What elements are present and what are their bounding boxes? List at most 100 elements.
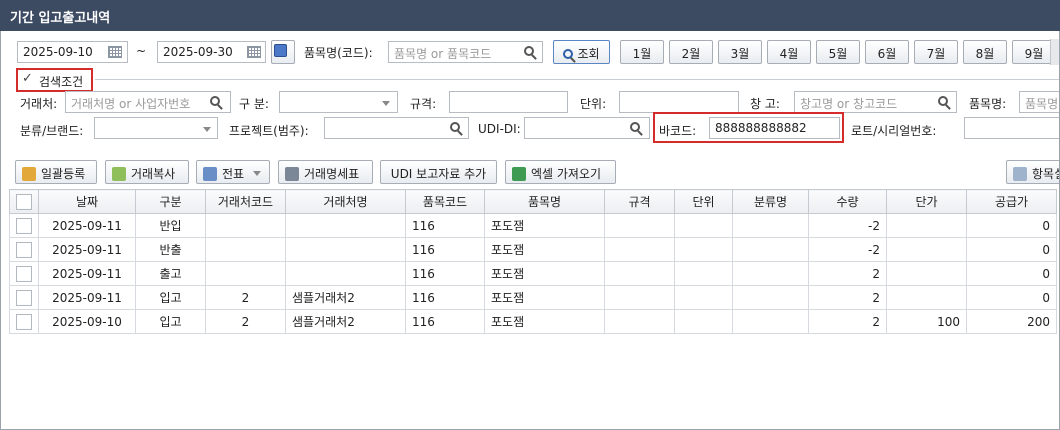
column-header[interactable]: 규격	[604, 189, 675, 214]
checkbox[interactable]	[16, 241, 32, 258]
type-select[interactable]	[279, 91, 398, 113]
column-header[interactable]: 단가	[886, 189, 967, 214]
project-input[interactable]	[324, 117, 469, 139]
select-all-header[interactable]	[9, 189, 39, 214]
excel-import-button[interactable]: 엑셀 가져오기	[505, 160, 616, 184]
search-icon[interactable]	[450, 122, 460, 132]
columns-settings-label: 항목설	[1032, 167, 1059, 181]
unit-label: 단위:	[580, 97, 607, 111]
udi-report-button[interactable]: UDI 보고자료 추가	[380, 160, 497, 184]
columns-settings-button[interactable]: 항목설	[1006, 160, 1059, 184]
partner-placeholder: 거래처명 or 사업자번호	[71, 97, 191, 111]
table-cell	[674, 309, 733, 334]
partner-input[interactable]: 거래처명 or 사업자번호	[65, 91, 231, 113]
partner-label: 거래처:	[20, 97, 58, 111]
date-to-value: 2025-09-30	[163, 45, 233, 59]
column-header[interactable]: 공급가	[966, 189, 1057, 214]
row-checkbox-cell[interactable]	[9, 309, 39, 334]
table-cell: 반출	[135, 237, 206, 262]
unit-input[interactable]	[619, 91, 739, 113]
search-button-label: 조회	[577, 47, 600, 61]
upload-icon	[22, 167, 36, 181]
column-header[interactable]: 품목명	[484, 189, 605, 214]
column-header[interactable]: 단위	[674, 189, 733, 214]
table-cell	[604, 213, 675, 238]
barcode-input[interactable]: 888888888882	[709, 117, 840, 139]
search-conditions-toggle[interactable]: ✓ 검색조건	[16, 68, 93, 92]
search-button[interactable]: 조회	[553, 40, 610, 64]
item-search-input[interactable]: 품목명 or 품목코드	[388, 41, 543, 63]
row-checkbox-cell[interactable]	[9, 285, 39, 310]
month-button-1[interactable]: 1월	[620, 40, 664, 64]
month-button-6[interactable]: 6월	[865, 40, 909, 64]
table-cell: 200	[966, 309, 1057, 334]
column-header[interactable]: 날짜	[38, 189, 136, 214]
month-button-5[interactable]: 5월	[816, 40, 860, 64]
chevron-down-icon[interactable]	[203, 127, 211, 132]
search-icon[interactable]	[938, 96, 948, 106]
column-header[interactable]: 수량	[808, 189, 887, 214]
statement-button[interactable]: 거래명세표	[278, 160, 373, 184]
calendar-picker-button[interactable]	[271, 40, 295, 64]
content-frame: 2025-09-10 ~ 2025-09-30 품목명(코드): 품목명 or …	[0, 31, 1060, 430]
lot-input[interactable]	[964, 117, 1059, 139]
table-row[interactable]: 2025-09-11 출고 116 포도잼 2 0	[9, 261, 1057, 286]
bulk-register-button[interactable]: 일괄등록	[15, 160, 97, 184]
bulk-register-label: 일괄등록	[41, 167, 86, 181]
table-cell: 입고	[135, 285, 206, 310]
column-header[interactable]: 거래처명	[285, 189, 406, 214]
month-button-7[interactable]: 7월	[914, 40, 958, 64]
row-checkbox-cell[interactable]	[9, 261, 39, 286]
checkbox[interactable]	[16, 313, 32, 330]
column-header[interactable]: 구분	[135, 189, 206, 214]
lot-label: 로트/시리얼번호:	[851, 124, 937, 138]
row-checkbox-cell[interactable]	[9, 237, 39, 262]
itemname-placeholder: 품목명	[1025, 97, 1059, 111]
copy-trade-label: 거래복사	[131, 167, 176, 181]
table-row[interactable]: 2025-09-10 입고 2 샘플거래처2 116 포도잼 2 100 200	[9, 309, 1057, 334]
document-icon	[203, 167, 217, 181]
table-icon	[1013, 167, 1027, 181]
table-cell	[732, 309, 809, 334]
table-cell	[205, 213, 286, 238]
table-cell: 116	[405, 285, 485, 310]
month-button-8[interactable]: 8월	[963, 40, 1007, 64]
voucher-dropdown-button[interactable]: 전표	[196, 160, 270, 184]
chevron-down-icon[interactable]	[382, 101, 390, 106]
calendar-icon[interactable]	[247, 46, 261, 58]
copy-trade-button[interactable]: 거래복사	[105, 160, 189, 184]
category-label: 분류/브랜드:	[20, 124, 84, 138]
table-cell: 샘플거래처2	[285, 285, 406, 310]
table-cell: 2	[808, 285, 887, 310]
table-row[interactable]: 2025-09-11 반출 116 포도잼 -2 0	[9, 237, 1057, 262]
table-cell	[732, 261, 809, 286]
search-icon[interactable]	[524, 46, 534, 56]
table-cell	[886, 213, 967, 238]
checkbox[interactable]	[16, 217, 32, 234]
checkbox[interactable]	[16, 265, 32, 282]
month-button-4[interactable]: 4월	[767, 40, 811, 64]
checkbox[interactable]	[16, 193, 32, 210]
search-icon[interactable]	[630, 122, 640, 132]
category-select[interactable]	[94, 117, 218, 139]
table-row[interactable]: 2025-09-11 반입 116 포도잼 -2 0	[9, 213, 1057, 238]
table-cell: 2	[808, 309, 887, 334]
table-cell: 116	[405, 213, 485, 238]
table-row[interactable]: 2025-09-11 입고 2 샘플거래처2 116 포도잼 2 0	[9, 285, 1057, 310]
month-button-2[interactable]: 2월	[669, 40, 713, 64]
warehouse-input[interactable]: 창고명 or 창고코드	[794, 91, 957, 113]
table-cell: 2025-09-11	[38, 285, 136, 310]
table-cell: 0	[966, 261, 1057, 286]
column-header[interactable]: 품목코드	[405, 189, 485, 214]
search-icon[interactable]	[210, 96, 220, 106]
table-cell: 2025-09-11	[38, 213, 136, 238]
calendar-icon[interactable]	[108, 46, 122, 58]
itemname-input[interactable]: 품목명	[1019, 91, 1059, 113]
spec-input[interactable]	[449, 91, 568, 113]
month-button-3[interactable]: 3월	[718, 40, 762, 64]
column-header[interactable]: 거래처코드	[205, 189, 286, 214]
table-cell: 포도잼	[484, 285, 605, 310]
column-header[interactable]: 분류명	[732, 189, 809, 214]
checkbox[interactable]	[16, 289, 32, 306]
row-checkbox-cell[interactable]	[9, 213, 39, 238]
